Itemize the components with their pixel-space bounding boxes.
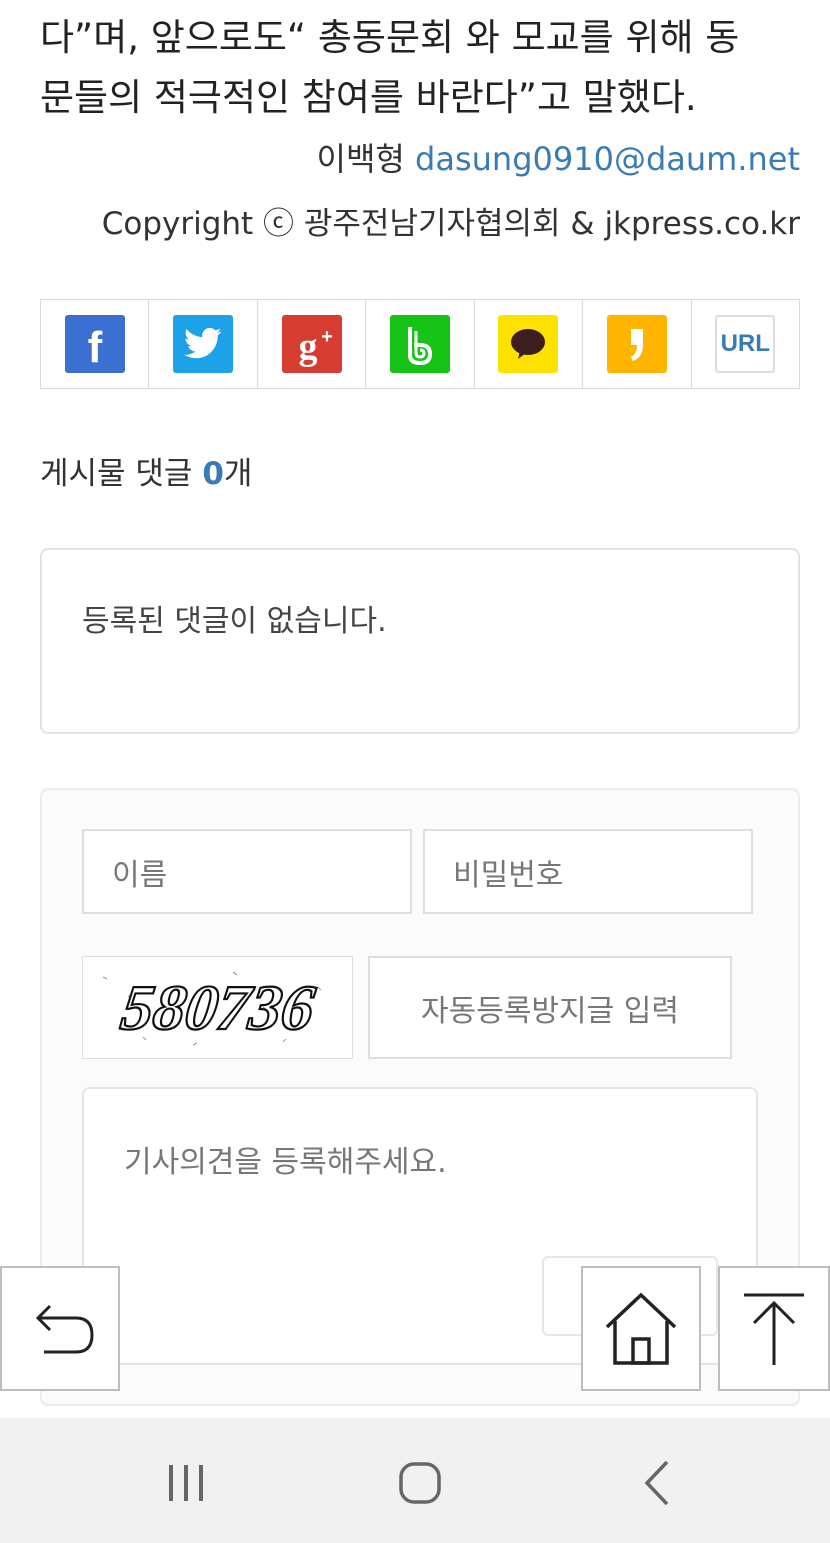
empty-comments-message: 등록된 댓글이 없습니다.	[82, 604, 387, 639]
copyright-text: Copyright ⓒ 광주전남기자협의회 & jkpress.co.kr	[101, 206, 800, 242]
captcha-text: 580736	[117, 972, 320, 1043]
captcha-image: 580736	[82, 956, 353, 1059]
svg-text:g: g	[298, 326, 317, 368]
recent-apps-icon	[169, 1465, 203, 1501]
share-url-button[interactable]: URL	[692, 300, 799, 388]
byline: 이백형 dasung0910@daum.net	[317, 134, 800, 180]
reporter-email-link[interactable]: dasung0910@daum.net	[415, 140, 800, 178]
share-bar: f g + URL	[40, 299, 800, 389]
share-twitter-button[interactable]	[149, 300, 258, 388]
share-kakaostory-button[interactable]	[583, 300, 692, 388]
svg-text:+: +	[321, 326, 333, 348]
url-label: URL	[720, 330, 770, 357]
comment-count-suffix: 개	[223, 456, 253, 492]
captcha-input[interactable]: 자동등록방지글 입력	[368, 956, 732, 1059]
system-home-button[interactable]	[370, 1448, 470, 1518]
back-button[interactable]	[0, 1266, 120, 1391]
share-facebook-button[interactable]: f	[41, 300, 150, 388]
facebook-icon: f	[64, 315, 125, 373]
scroll-top-button[interactable]	[718, 1266, 830, 1391]
band-icon	[389, 315, 450, 373]
password-input[interactable]: 비밀번호	[423, 829, 753, 914]
svg-text:f: f	[87, 323, 102, 372]
comment-count: 게시물 댓글 0개	[40, 448, 252, 493]
undo-arrow-icon	[35, 1304, 94, 1353]
article-text: 다”며, 앞으로도“ 총동문회 와 모교를 위해 동 문들의 적극적인 참여를 …	[40, 8, 810, 128]
home-icon	[605, 1292, 677, 1365]
arrow-up-to-top-icon	[744, 1293, 804, 1365]
reporter-name: 이백형	[316, 140, 405, 178]
url-copy-icon: URL	[715, 315, 776, 373]
name-input[interactable]: 이름	[82, 829, 412, 914]
system-navigation-bar	[0, 1418, 830, 1543]
share-kakaotalk-button[interactable]	[475, 300, 584, 388]
comment-count-number: 0	[202, 456, 224, 492]
name-placeholder: 이름	[112, 857, 168, 893]
password-placeholder: 비밀번호	[453, 857, 564, 893]
article-line: 문들의 적극적인 참여를 바란다”고 말했다.	[40, 76, 697, 119]
twitter-icon	[173, 315, 234, 373]
home-button[interactable]	[581, 1266, 701, 1391]
share-googleplus-button[interactable]: g +	[258, 300, 367, 388]
google-plus-icon: g +	[281, 315, 342, 373]
comment-count-prefix: 게시물 댓글	[40, 456, 203, 492]
kakaostory-icon	[606, 315, 667, 373]
comment-placeholder: 기사의견을 등록해주세요.	[124, 1145, 447, 1180]
captcha-placeholder: 자동등록방지글 입력	[421, 993, 679, 1029]
comment-list: 등록된 댓글이 없습니다.	[40, 548, 800, 734]
system-back-button[interactable]	[607, 1448, 707, 1518]
share-band-button[interactable]	[366, 300, 475, 388]
recent-apps-button[interactable]	[136, 1448, 236, 1518]
back-chevron-icon	[644, 1460, 669, 1506]
home-circle-icon	[399, 1462, 441, 1504]
kakaotalk-icon	[498, 315, 559, 373]
article-line: 다”며, 앞으로도“ 총동문회 와 모교를 위해 동	[40, 16, 740, 59]
